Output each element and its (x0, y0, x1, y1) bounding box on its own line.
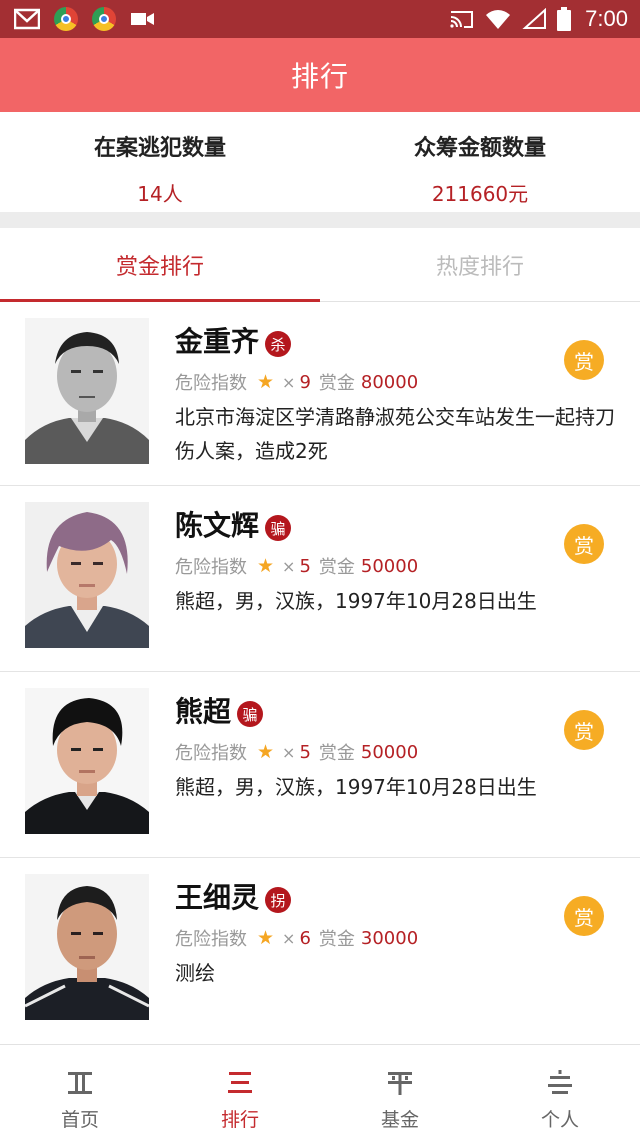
video-icon (131, 13, 154, 25)
fugitive-description: 测绘 (175, 961, 215, 985)
fugitive-photo (25, 874, 149, 1020)
list-item[interactable]: 王细灵 拐 危险指数 ★ × 6 赏金 30000 测绘 赏 (0, 858, 640, 1044)
bounty-label: 赏金 (318, 557, 355, 578)
nav-profile[interactable]: 个人 (480, 1045, 640, 1138)
cast-icon (450, 11, 474, 28)
crime-badge: 骗 (265, 515, 292, 541)
danger-row: 危险指数 ★ × 9 赏金 80000 (175, 368, 418, 396)
fugitive-photo (25, 318, 149, 464)
bounty-label: 赏金 (318, 929, 355, 950)
nav-home-label: 首页 (60, 1109, 99, 1131)
status-time: 7:00 (585, 6, 628, 31)
times-sign: × (282, 928, 296, 948)
reward-button[interactable]: 赏 (564, 896, 604, 936)
fugitive-name: 熊超 (175, 695, 232, 728)
list-item[interactable]: 金重齐 杀 危险指数 ★ × 9 赏金 80000 北京市海淀区学清路静淑苑公交… (0, 302, 640, 486)
nav-fund-label: 基金 (380, 1109, 419, 1131)
reward-button[interactable]: 赏 (564, 710, 604, 750)
bottom-nav: 首页 排行 基金 个人 (0, 1044, 640, 1138)
crime-badge: 骗 (237, 701, 264, 727)
stat-funding-value: 211660元 (431, 182, 529, 206)
stat-fugitives: 在案逃犯数量 14人 (0, 112, 320, 212)
ranking-icon (228, 1072, 252, 1093)
stat-fugitives-label: 在案逃犯数量 (93, 136, 226, 161)
page-title: 排行 (290, 60, 349, 93)
chrome-icon (54, 7, 78, 31)
times-sign: × (282, 556, 296, 576)
stat-funding-label: 众筹金额数量 (413, 136, 546, 161)
danger-label: 危险指数 (175, 929, 247, 950)
danger-value: 9 (299, 371, 311, 393)
bounty-value: 50000 (360, 741, 419, 763)
bounty-label: 赏金 (318, 373, 355, 394)
home-icon (68, 1072, 92, 1094)
fugitive-list: 金重齐 杀 危险指数 ★ × 9 赏金 80000 北京市海淀区学清路静淑苑公交… (0, 302, 640, 1044)
fund-icon (388, 1072, 412, 1095)
fugitive-name: 陈文辉 (175, 509, 260, 542)
danger-label: 危险指数 (175, 373, 247, 394)
nav-fund[interactable]: 基金 (320, 1045, 480, 1138)
profile-icon (548, 1070, 572, 1094)
star-icon: ★ (257, 555, 275, 577)
wifi-icon (486, 10, 511, 29)
danger-value: 5 (299, 741, 311, 763)
fugitive-photo (25, 502, 149, 648)
star-icon: ★ (257, 371, 275, 393)
battery-icon (557, 7, 572, 31)
danger-value: 5 (299, 555, 311, 577)
danger-row: 危险指数 ★ × 5 赏金 50000 (175, 738, 418, 766)
title-bar: 排行 (0, 38, 640, 112)
star-icon: ★ (257, 741, 275, 763)
stat-funding: 众筹金额数量 211660元 (320, 112, 640, 212)
times-sign: × (282, 742, 296, 762)
status-bar: 7:00 (0, 0, 640, 38)
danger-row: 危险指数 ★ × 5 赏金 50000 (175, 552, 418, 580)
nav-ranking[interactable]: 排行 (160, 1045, 320, 1138)
crime-badge: 杀 (265, 331, 292, 357)
danger-row: 危险指数 ★ × 6 赏金 30000 (175, 924, 418, 952)
nav-ranking-label: 排行 (220, 1109, 259, 1131)
chrome-icon (92, 7, 116, 31)
nav-profile-label: 个人 (540, 1109, 579, 1131)
gmail-icon (14, 8, 40, 30)
fugitive-name: 金重齐 (175, 325, 260, 358)
fugitive-description: 熊超，男，汉族，1997年10月28日出生 (175, 589, 537, 613)
tab-bounty-ranking[interactable]: 赏金排行 (0, 228, 320, 302)
bounty-value: 80000 (360, 371, 419, 393)
list-item[interactable]: 陈文辉 骗 危险指数 ★ × 5 赏金 50000 熊超，男，汉族，1997年1… (0, 486, 640, 672)
bounty-value: 30000 (360, 927, 419, 949)
danger-value: 6 (299, 927, 311, 949)
times-sign: × (282, 372, 296, 392)
stat-fugitives-value: 14人 (137, 182, 183, 206)
danger-label: 危险指数 (175, 557, 247, 578)
danger-label: 危险指数 (175, 743, 247, 764)
bounty-label: 赏金 (318, 743, 355, 764)
fugitive-name: 王细灵 (175, 881, 260, 914)
nav-home[interactable]: 首页 (0, 1045, 160, 1138)
tab-popularity-ranking[interactable]: 热度排行 (320, 228, 640, 301)
star-icon: ★ (257, 927, 275, 949)
reward-button[interactable]: 赏 (564, 340, 604, 380)
fugitive-description: 熊超，男，汉族，1997年10月28日出生 (175, 775, 537, 799)
reward-button[interactable]: 赏 (564, 524, 604, 564)
list-item[interactable]: 熊超 骗 危险指数 ★ × 5 赏金 50000 熊超，男，汉族，1997年10… (0, 672, 640, 858)
bounty-value: 50000 (360, 555, 419, 577)
stats-panel: 在案逃犯数量 14人 众筹金额数量 211660元 (0, 112, 640, 212)
crime-badge: 拐 (265, 887, 292, 913)
signal-icon (522, 8, 547, 29)
fugitive-description: 北京市海淀区学清路静淑苑公交车站发生一起持刀伤人案，造成2死 (175, 405, 615, 463)
ranking-tabs: 赏金排行 热度排行 (0, 228, 640, 302)
fugitive-photo (25, 688, 149, 834)
